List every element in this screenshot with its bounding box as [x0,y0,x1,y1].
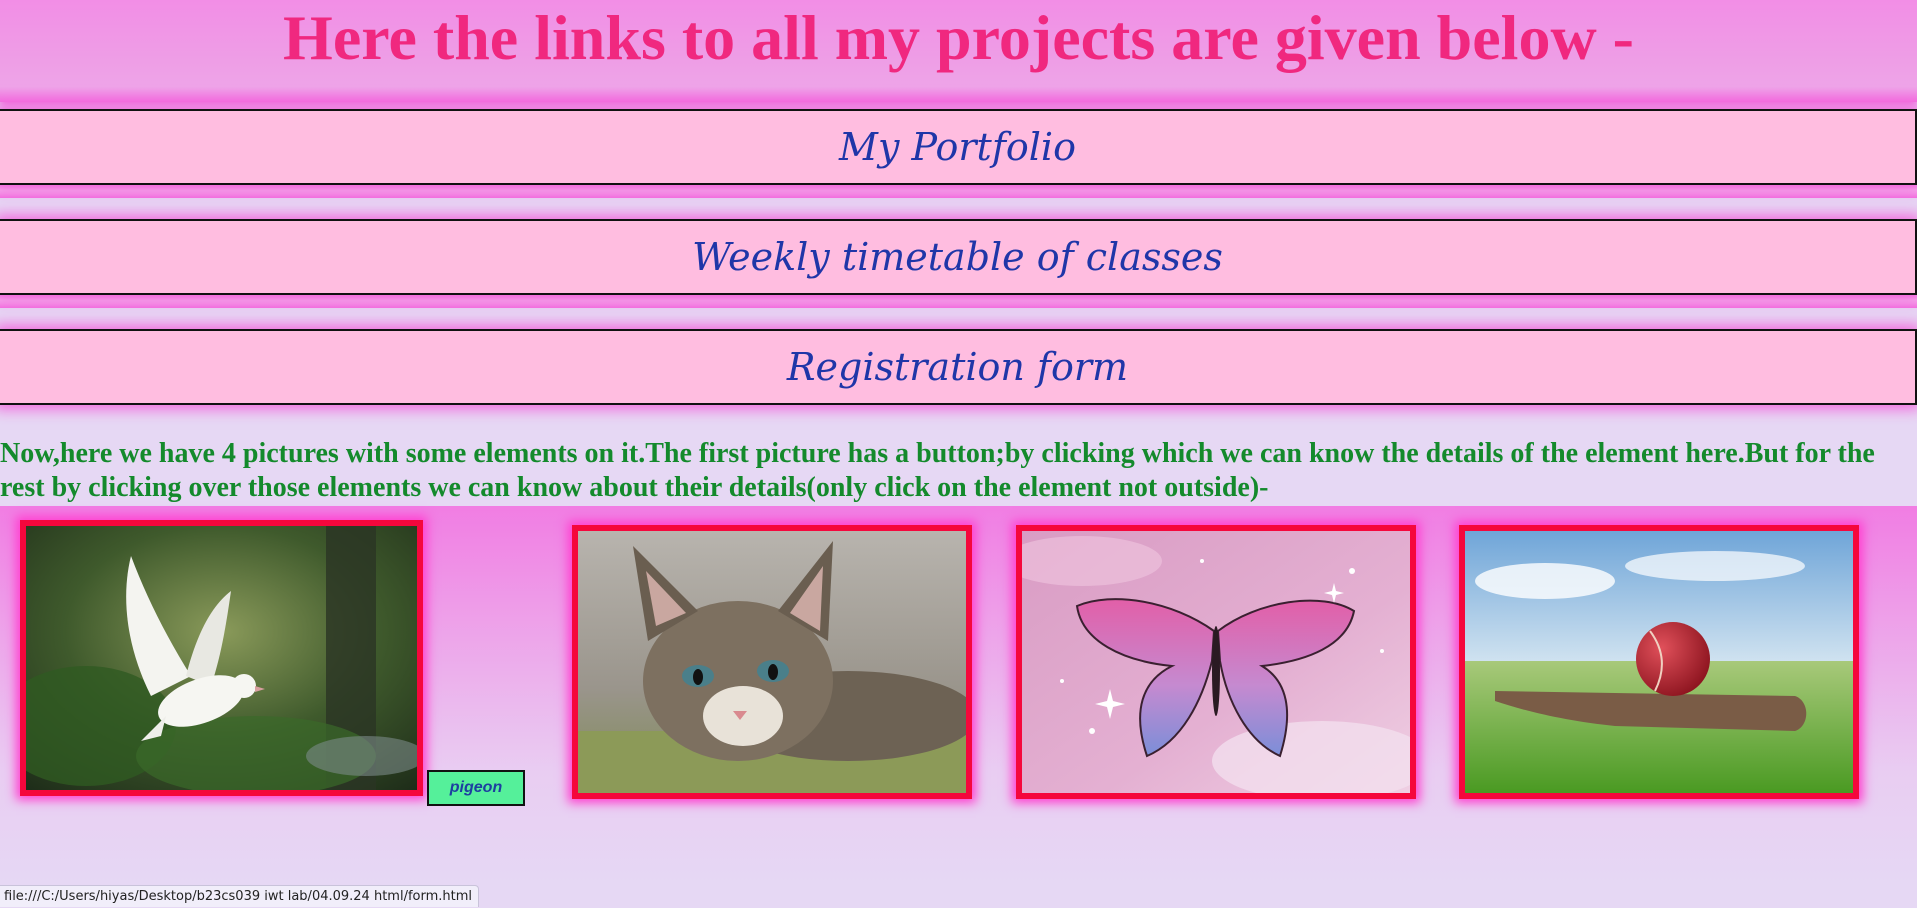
cat-picture[interactable] [572,525,972,799]
portfolio-link-label: My Portfolio [839,125,1076,169]
registration-form-link[interactable]: Registration form [0,329,1917,405]
registration-form-link-label: Registration form [786,345,1129,389]
timetable-link[interactable]: Weekly timetable of classes [0,219,1917,295]
status-bar-url: file:///C:/Users/hiyas/Desktop/b23cs039 … [0,885,480,907]
pigeon-button[interactable]: pigeon [427,770,525,806]
description-text: Now,here we have 4 pictures with some el… [0,438,1875,503]
pigeon-image [26,526,417,790]
cat-image[interactable] [578,531,966,793]
portfolio-link[interactable]: My Portfolio [0,109,1917,185]
cricket-picture[interactable] [1459,525,1859,799]
butterfly-image[interactable] [1022,531,1410,793]
cricket-image[interactable] [1465,531,1853,793]
pigeon-picture [20,520,423,796]
butterfly-picture[interactable] [1016,525,1416,799]
page-header: Here the links to all my projects are gi… [0,0,1917,102]
page-title: Here the links to all my projects are gi… [283,2,1634,73]
timetable-link-label: Weekly timetable of classes [692,235,1223,279]
